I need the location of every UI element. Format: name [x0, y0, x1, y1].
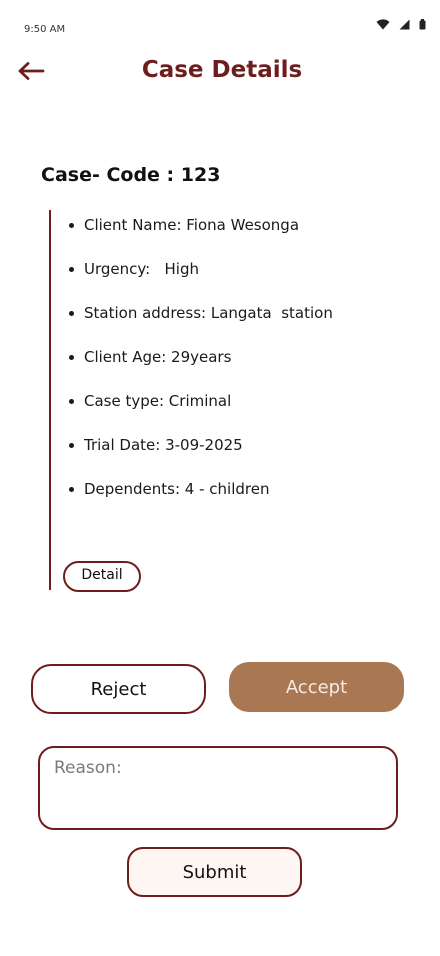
- detail-text: Urgency: High: [84, 260, 200, 278]
- page-title: Case Details: [141, 57, 303, 83]
- detail-text: Case type: Criminal: [84, 392, 232, 410]
- reject-button[interactable]: Reject: [31, 664, 206, 714]
- bullet-icon: [69, 311, 74, 316]
- bullet-icon: [69, 223, 74, 228]
- detail-text: Client Name: Fiona Wesonga: [84, 216, 300, 234]
- detail-text: Station address: Langata station: [84, 304, 333, 322]
- wifi-icon: [376, 19, 390, 30]
- detail-urgency: Urgency: High: [68, 256, 333, 300]
- accept-button[interactable]: Accept: [229, 662, 404, 712]
- detail-text: Trial Date: 3-09-2025: [84, 436, 243, 454]
- status-time: 9:50 AM: [24, 24, 66, 35]
- detail-dependents: Dependents: 4 - children: [68, 476, 333, 520]
- app-bar: Case Details: [0, 48, 440, 98]
- bullet-icon: [69, 399, 74, 404]
- detail-station-address: Station address: Langata station: [68, 300, 333, 344]
- bullet-icon: [69, 443, 74, 448]
- detail-client-age: Client Age: 29years: [68, 344, 333, 388]
- cell-signal-icon: [399, 19, 410, 30]
- bullet-icon: [69, 487, 74, 492]
- bullet-icon: [69, 267, 74, 272]
- detail-text: Client Age: 29years: [84, 348, 232, 366]
- status-icons: [376, 19, 426, 30]
- detail-button[interactable]: Detail: [63, 561, 141, 592]
- detail-text: Dependents: 4 - children: [84, 480, 270, 498]
- bullet-icon: [69, 355, 74, 360]
- detail-client-name: Client Name: Fiona Wesonga: [68, 212, 333, 256]
- detail-case-type: Case type: Criminal: [68, 388, 333, 432]
- battery-icon: [419, 19, 426, 30]
- case-code: Case- Code : 123: [41, 164, 221, 186]
- detail-trial-date: Trial Date: 3-09-2025: [68, 432, 333, 476]
- submit-button[interactable]: Submit: [127, 847, 302, 897]
- case-details-list: Client Name: Fiona Wesonga Urgency: High…: [68, 212, 333, 520]
- section-divider-line: [49, 210, 51, 590]
- reason-input[interactable]: [38, 746, 398, 830]
- status-bar: 9:50 AM: [0, 0, 440, 48]
